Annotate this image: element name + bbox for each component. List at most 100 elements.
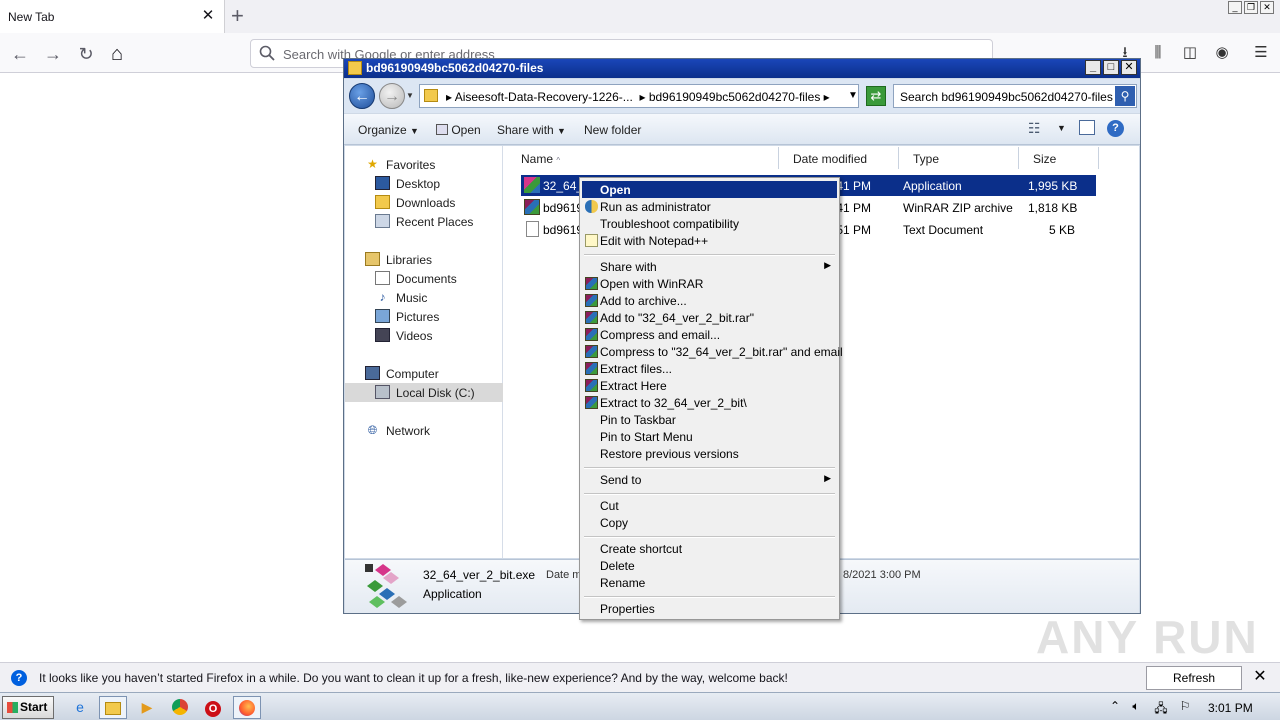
nav-recent-places[interactable]: Recent Places <box>345 212 503 231</box>
tab-close-icon[interactable]: ✕ <box>200 8 216 24</box>
nav-computer[interactable]: Computer <box>345 364 503 383</box>
submenu-arrow-icon: ▶ <box>824 260 831 270</box>
breadcrumb-arrow-icon[interactable]: ▸ <box>446 90 452 104</box>
nav-pictures[interactable]: Pictures <box>345 307 503 326</box>
nav-local-disk[interactable]: Local Disk (C:) <box>345 383 503 402</box>
menu-item-edit-notepad[interactable]: Edit with Notepad++ <box>582 232 837 249</box>
star-icon: ★ <box>367 157 378 171</box>
firefox-taskbar-icon[interactable] <box>233 696 261 719</box>
refresh-icon[interactable]: ⇄ <box>866 86 886 106</box>
nav-network[interactable]: 🌐︎ Network <box>345 421 503 440</box>
volume-icon[interactable]: 🔈︎ <box>1128 699 1144 714</box>
menu-item-open-winrar[interactable]: Open with WinRAR <box>582 275 837 292</box>
menu-item-pin-taskbar[interactable]: Pin to Taskbar <box>582 411 837 428</box>
forward-button[interactable]: → <box>40 41 66 67</box>
back-button[interactable]: ← <box>7 41 33 67</box>
share-with-button[interactable]: Share with ▼ <box>497 123 566 137</box>
downloads-folder-icon <box>375 195 390 209</box>
explorer-close-button[interactable]: ✕ <box>1121 60 1137 75</box>
search-icon[interactable]: ⚲ <box>1115 86 1135 106</box>
recent-places-icon <box>375 214 390 228</box>
menu-item-run-as-admin[interactable]: Run as administrator <box>582 198 837 215</box>
menu-item-compress-rar-email[interactable]: Compress to "32_64_ver_2_bit.rar" and em… <box>582 343 843 360</box>
breadcrumb-segment[interactable]: bd96190949bc5062d04270-files <box>649 90 821 104</box>
explorer-maximize-button[interactable]: □ <box>1103 60 1119 75</box>
open-button[interactable]: Open <box>436 123 481 137</box>
view-dropdown-icon[interactable]: ▼ <box>1057 123 1066 133</box>
account-icon[interactable]: ◉ <box>1211 42 1233 64</box>
menu-item-properties[interactable]: Properties <box>582 600 837 617</box>
new-folder-button[interactable]: New folder <box>584 123 641 137</box>
menu-item-open[interactable]: Open <box>582 181 837 198</box>
nav-favorites[interactable]: ★ Favorites <box>345 155 503 174</box>
nav-music[interactable]: ♪ Music <box>345 288 503 307</box>
submenu-arrow-icon: ▶ <box>824 473 831 483</box>
address-dropdown-icon[interactable]: ▼ <box>848 90 858 101</box>
nav-desktop[interactable]: Desktop <box>345 174 503 193</box>
opera-icon[interactable]: O <box>199 696 227 719</box>
tab-new-tab[interactable]: New Tab ✕ <box>0 0 225 33</box>
explorer-search-input[interactable]: Search bd96190949bc5062d04270-files ⚲ <box>893 84 1137 108</box>
menu-item-extract-files[interactable]: Extract files... <box>582 360 837 377</box>
explorer-forward-button[interactable]: → <box>379 83 405 109</box>
new-tab-button[interactable]: + <box>231 4 244 28</box>
tray-expand-icon[interactable]: ⌃ <box>1107 699 1123 713</box>
menu-item-add-to-rar[interactable]: Add to "32_64_ver_2_bit.rar" <box>582 309 837 326</box>
menu-item-create-shortcut[interactable]: Create shortcut <box>582 540 837 557</box>
menu-item-troubleshoot[interactable]: Troubleshoot compatibility <box>582 215 837 232</box>
menu-item-restore-versions[interactable]: Restore previous versions <box>582 445 837 462</box>
notification-close-icon[interactable]: ✕ <box>1251 668 1269 686</box>
preview-pane-icon[interactable] <box>1079 120 1095 135</box>
breadcrumb-segment[interactable]: Aiseesoft-Data-Recovery-1226-... <box>455 90 633 104</box>
help-icon[interactable]: ? <box>1107 120 1124 137</box>
menu-item-pin-start[interactable]: Pin to Start Menu <box>582 428 837 445</box>
column-header-type[interactable]: Type <box>899 147 1019 169</box>
explorer-minimize-button[interactable]: _ <box>1085 60 1101 75</box>
winrar-icon <box>585 328 598 341</box>
column-header-size[interactable]: Size <box>1019 147 1099 169</box>
organize-button[interactable]: Organize ▼ <box>358 123 419 137</box>
menu-item-share-with[interactable]: Share with ▶ <box>582 258 837 275</box>
action-center-flag-icon[interactable]: ⚐ <box>1177 699 1193 713</box>
home-button[interactable]: ⌂ <box>104 41 130 67</box>
menu-item-compress-email[interactable]: Compress and email... <box>582 326 837 343</box>
restore-window-button[interactable]: ❐ <box>1244 1 1258 14</box>
nav-downloads[interactable]: Downloads <box>345 193 503 212</box>
column-header-date[interactable]: Date modified <box>779 147 899 169</box>
tray-clock[interactable]: 3:01 PM <box>1208 701 1253 715</box>
breadcrumb-arrow-icon[interactable]: ▸ <box>824 90 830 104</box>
view-options-icon[interactable]: ☷ <box>1028 120 1041 137</box>
explorer-title-bar[interactable]: bd96190949bc5062d04270-files _ □ ✕ <box>344 59 1140 78</box>
ie-icon[interactable]: e <box>66 696 94 719</box>
explorer-address-bar[interactable]: ▸ Aiseesoft-Data-Recovery-1226-... ▸ bd9… <box>419 84 859 108</box>
library-icon[interactable]: ⫼ <box>1147 42 1169 64</box>
minimize-window-button[interactable]: _ <box>1228 1 1242 14</box>
nav-documents[interactable]: Documents <box>345 269 503 288</box>
nav-videos[interactable]: Videos <box>345 326 503 345</box>
menu-item-send-to[interactable]: Send to ▶ <box>582 471 837 488</box>
breadcrumb-arrow-icon[interactable]: ▸ <box>639 90 645 104</box>
explorer-taskbar-icon[interactable] <box>99 696 127 719</box>
documents-icon <box>375 271 390 285</box>
explorer-back-button[interactable]: ← <box>349 83 375 109</box>
menu-item-copy[interactable]: Copy <box>582 514 837 531</box>
nav-libraries[interactable]: Libraries <box>345 250 503 269</box>
column-header-name[interactable]: Name ^ <box>507 147 779 169</box>
menu-item-add-archive[interactable]: Add to archive... <box>582 292 837 309</box>
reload-button[interactable]: ↻ <box>73 41 99 67</box>
refresh-firefox-button[interactable]: Refresh Firefox… <box>1146 666 1242 707</box>
uac-shield-icon <box>585 200 598 213</box>
menu-item-cut[interactable]: Cut <box>582 497 837 514</box>
menu-item-rename[interactable]: Rename <box>582 574 837 591</box>
network-tray-icon[interactable]: 🖧︎ <box>1153 699 1169 720</box>
menu-icon[interactable]: ☰ <box>1250 42 1272 64</box>
chrome-icon[interactable] <box>166 696 194 719</box>
menu-item-extract-to[interactable]: Extract to 32_64_ver_2_bit\ <box>582 394 837 411</box>
sidebar-icon[interactable]: ◫ <box>1179 42 1201 64</box>
menu-item-delete[interactable]: Delete <box>582 557 837 574</box>
media-player-icon[interactable]: ▶ <box>133 696 161 719</box>
recent-pages-dropdown-icon[interactable]: ▼ <box>406 91 414 100</box>
close-window-button[interactable]: ✕ <box>1260 1 1274 14</box>
start-button[interactable]: Start <box>2 696 54 719</box>
menu-item-extract-here[interactable]: Extract Here <box>582 377 837 394</box>
